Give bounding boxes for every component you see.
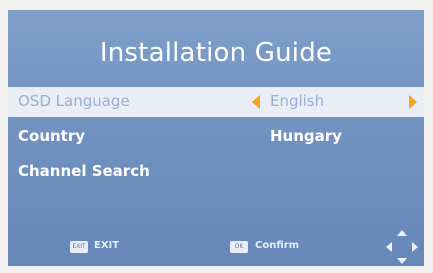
menu-item-label: Channel Search — [18, 162, 150, 180]
tv-screen: Installation Guide OSD Language English … — [8, 10, 424, 266]
ok-key-icon: OK — [230, 241, 248, 253]
menu-item-value: Hungary — [270, 127, 342, 145]
page-title: Installation Guide — [99, 38, 333, 68]
arrow-left-icon[interactable] — [252, 95, 260, 109]
menu-item-label: Country — [18, 127, 86, 145]
confirm-hint-label: Confirm — [255, 240, 300, 251]
dpad-icon — [386, 230, 418, 264]
menu-item-country[interactable]: Country Hungary — [8, 122, 424, 152]
menu-item-label: OSD Language — [18, 92, 130, 110]
menu-item-osd-language[interactable]: OSD Language English — [8, 87, 424, 117]
arrow-right-icon[interactable] — [409, 95, 417, 109]
menu-item-value: English — [270, 92, 325, 110]
exit-key-icon: EXIT — [70, 241, 88, 253]
menu-item-channel-search[interactable]: Channel Search — [8, 157, 424, 187]
exit-hint-label: EXIT — [94, 240, 120, 251]
footer-hints: EXIT EXIT OK Confirm — [8, 228, 424, 266]
